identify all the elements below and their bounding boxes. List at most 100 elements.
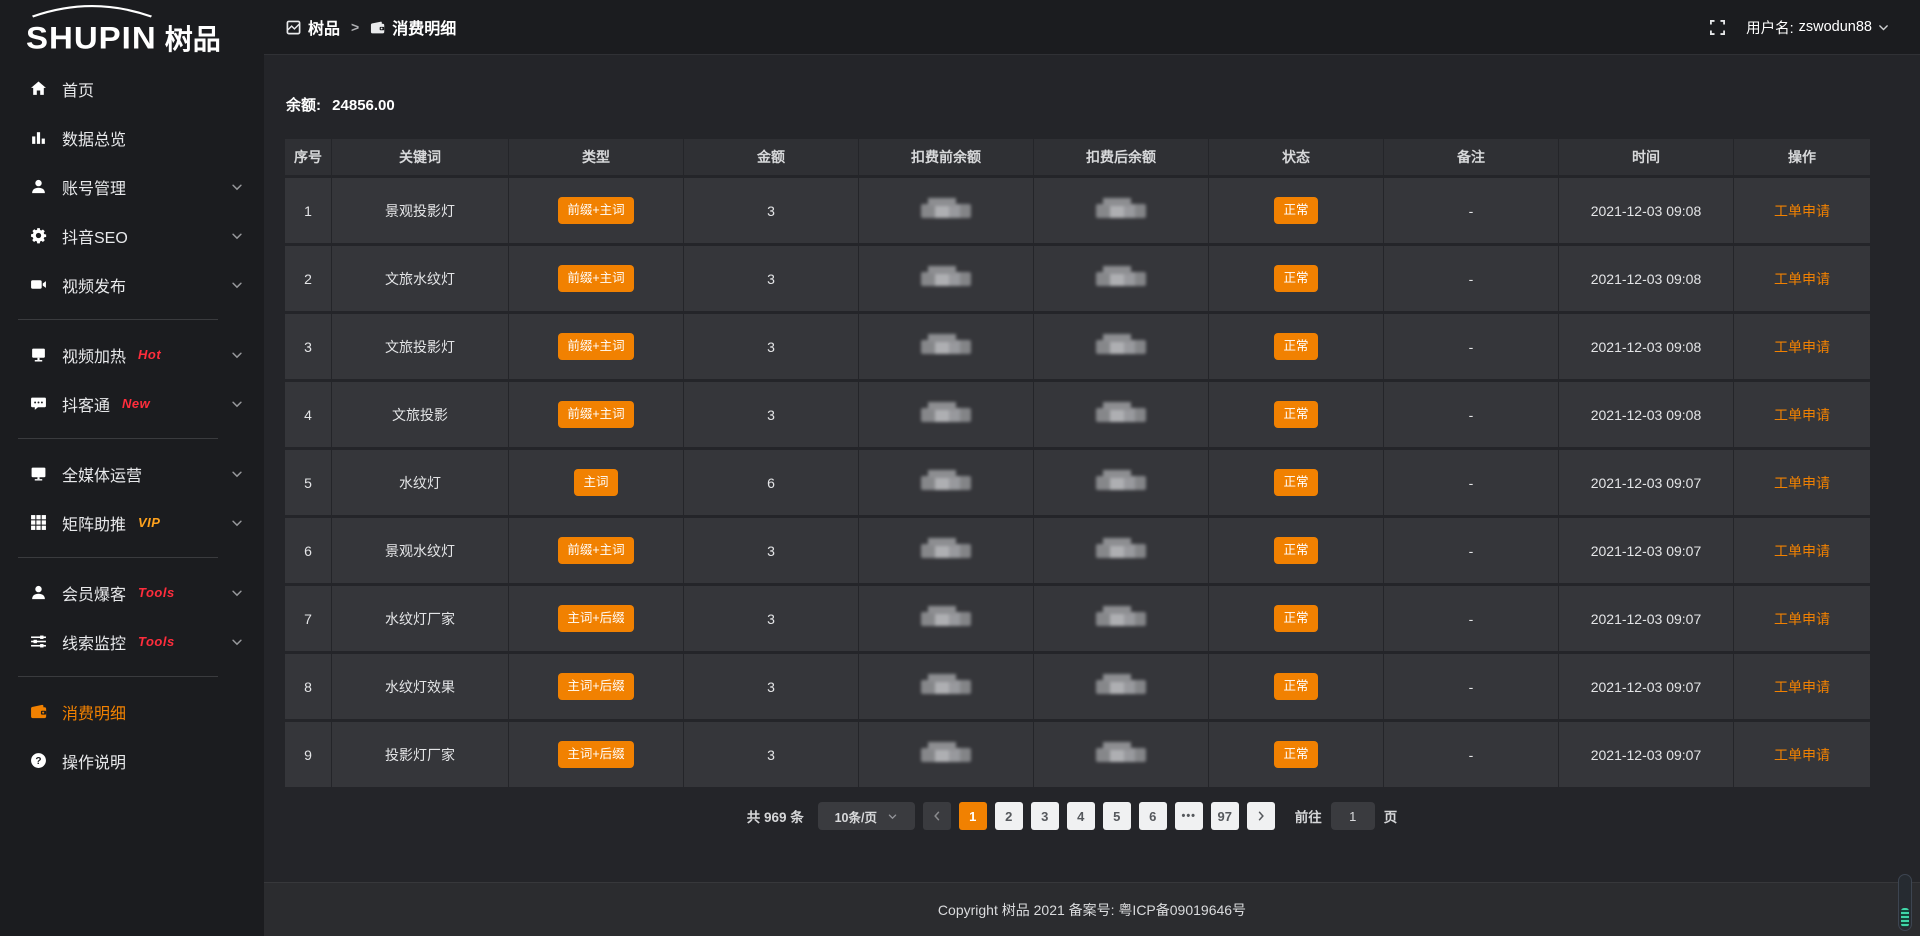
ticket-apply-link[interactable]: 工单申请 [1774, 203, 1830, 219]
sliders-icon [30, 633, 47, 650]
masked-balance-before [921, 680, 971, 694]
cell-balance-after [1034, 654, 1208, 719]
page-ellipsis-button[interactable]: ••• [1175, 802, 1203, 830]
goto-page: 前往 页 [1295, 802, 1398, 830]
sidebar-item-douyin-seo[interactable]: 抖音SEO [0, 211, 264, 260]
balance-label: 余额: [286, 97, 321, 114]
cell-balance-after [1034, 586, 1208, 651]
cell-seq: 8 [285, 654, 331, 719]
cell-type: 前缀+主词 [509, 314, 683, 379]
sidebar-divider [18, 676, 218, 677]
gear-icon [30, 227, 47, 244]
table-row: 2文旅水纹灯前缀+主词3正常-2021-12-03 09:08工单申请 [285, 246, 1870, 311]
cell-action: 工单申请 [1734, 518, 1870, 583]
cell-amount: 3 [684, 722, 858, 787]
consumption-table: 序号关键词类型金额扣费前余额扣费后余额状态备注时间操作 1景观投影灯前缀+主词3… [284, 136, 1871, 790]
sidebar-item-matrix-boost[interactable]: 矩阵助推VIP [0, 498, 264, 547]
table-row: 5水纹灯主词6正常-2021-12-03 09:07工单申请 [285, 450, 1870, 515]
page-button-5[interactable]: 5 [1103, 802, 1131, 830]
chevron-down-icon [887, 811, 898, 822]
sidebar: SHUPIN 树品 首页数据总览账号管理抖音SEO视频发布视频加热Hot 抖客通 N… [0, 0, 264, 936]
sidebar-item-doukertong[interactable]: 抖客通 New [0, 379, 264, 428]
cell-remark: - [1384, 654, 1558, 719]
sidebar-item-label: 抖客通 [62, 392, 110, 416]
ticket-apply-link[interactable]: 工单申请 [1774, 611, 1830, 627]
page-size-select[interactable]: 10条/页 [818, 802, 915, 830]
status-badge: 正常 [1274, 197, 1317, 224]
masked-balance-after [1096, 204, 1146, 218]
ticket-apply-link[interactable]: 工单申请 [1774, 679, 1830, 695]
cell-keyword: 水纹灯 [332, 450, 508, 515]
type-badge: 前缀+主词 [558, 401, 633, 428]
topbar: 树品 > 消费明细 用户名: zswodun88 [264, 0, 1920, 54]
sidebar-item-data-overview[interactable]: 数据总览 [0, 113, 264, 162]
masked-balance-before [921, 340, 971, 354]
sidebar-item-operation-guide[interactable]: ?操作说明 [0, 736, 264, 785]
sidebar-item-all-media-operation[interactable]: 全媒体运营 [0, 449, 264, 498]
sidebar-item-label: 会员爆客 [62, 581, 126, 605]
cell-type: 前缀+主词 [509, 246, 683, 311]
ticket-apply-link[interactable]: 工单申请 [1774, 407, 1830, 423]
breadcrumb-item-current[interactable]: 消费明细 [370, 15, 456, 39]
cell-keyword: 文旅投影灯 [332, 314, 508, 379]
cell-type: 前缀+主词 [509, 518, 683, 583]
dashboard-icon [286, 20, 301, 35]
breadcrumb: 树品 > 消费明细 [286, 15, 456, 39]
sidebar-item-home[interactable]: 首页 [0, 64, 264, 113]
sidebar-item-label: 矩阵助推 [62, 511, 126, 535]
page-button-3[interactable]: 3 [1031, 802, 1059, 830]
page-button-4[interactable]: 4 [1067, 802, 1095, 830]
page-button-2[interactable]: 2 [995, 802, 1023, 830]
sidebar-item-consumption-details[interactable]: 消费明细 [0, 687, 264, 736]
cell-balance-after [1034, 450, 1208, 515]
video-icon [30, 276, 47, 293]
page-button-97[interactable]: 97 [1211, 802, 1239, 830]
bar-chart-icon [30, 129, 47, 146]
user-menu[interactable]: 用户名: zswodun88 [1746, 17, 1890, 38]
goto-label: 前往 [1295, 806, 1322, 826]
cell-remark: - [1384, 518, 1558, 583]
cell-remark: - [1384, 450, 1558, 515]
page-button-1[interactable]: 1 [959, 802, 987, 830]
masked-balance-after [1096, 612, 1146, 626]
ticket-apply-link[interactable]: 工单申请 [1774, 543, 1830, 559]
sidebar-item-member-burst[interactable]: 会员爆客Tools [0, 568, 264, 617]
cell-status: 正常 [1209, 722, 1383, 787]
ticket-apply-link[interactable]: 工单申请 [1774, 271, 1830, 287]
cell-balance-before [859, 654, 1033, 719]
breadcrumb-item-home[interactable]: 树品 [286, 15, 340, 39]
ticket-apply-link[interactable]: 工单申请 [1774, 339, 1830, 355]
cell-amount: 3 [684, 178, 858, 243]
chat-icon [30, 395, 47, 412]
masked-balance-after [1096, 340, 1146, 354]
goto-page-input[interactable] [1331, 802, 1375, 830]
chevron-right-icon [1255, 810, 1267, 822]
column-header-type: 类型 [509, 139, 683, 175]
sidebar-item-video-publish[interactable]: 视频发布 [0, 260, 264, 309]
ticket-apply-link[interactable]: 工单申请 [1774, 747, 1830, 763]
username-value: zswodun88 [1799, 19, 1872, 35]
page-button-6[interactable]: 6 [1139, 802, 1167, 830]
cell-remark: - [1384, 178, 1558, 243]
cell-status: 正常 [1209, 518, 1383, 583]
sidebar-item-badge: New [122, 396, 150, 411]
sidebar-item-account-management[interactable]: 账号管理 [0, 162, 264, 211]
sidebar-item-label: 消费明细 [62, 700, 126, 724]
sidebar-divider [18, 438, 218, 439]
goto-unit: 页 [1384, 806, 1398, 826]
breadcrumb-separator: > [351, 19, 359, 35]
next-page-button[interactable] [1247, 802, 1275, 830]
page-size-value: 10条/页 [835, 807, 877, 826]
sidebar-item-lead-monitoring[interactable]: 线索监控Tools [0, 617, 264, 666]
chevron-down-icon [230, 467, 244, 481]
prev-page-button[interactable] [923, 802, 951, 830]
masked-balance-before [921, 612, 971, 626]
sidebar-item-video-heating[interactable]: 视频加热Hot [0, 330, 264, 379]
status-badge: 正常 [1274, 265, 1317, 292]
cell-amount: 3 [684, 382, 858, 447]
app-logo[interactable]: SHUPIN 树品 [0, 0, 264, 60]
browser-extension-widget[interactable] [1898, 874, 1912, 931]
type-badge: 主词+后缀 [558, 605, 633, 632]
fullscreen-icon[interactable] [1709, 19, 1726, 36]
ticket-apply-link[interactable]: 工单申请 [1774, 475, 1830, 491]
